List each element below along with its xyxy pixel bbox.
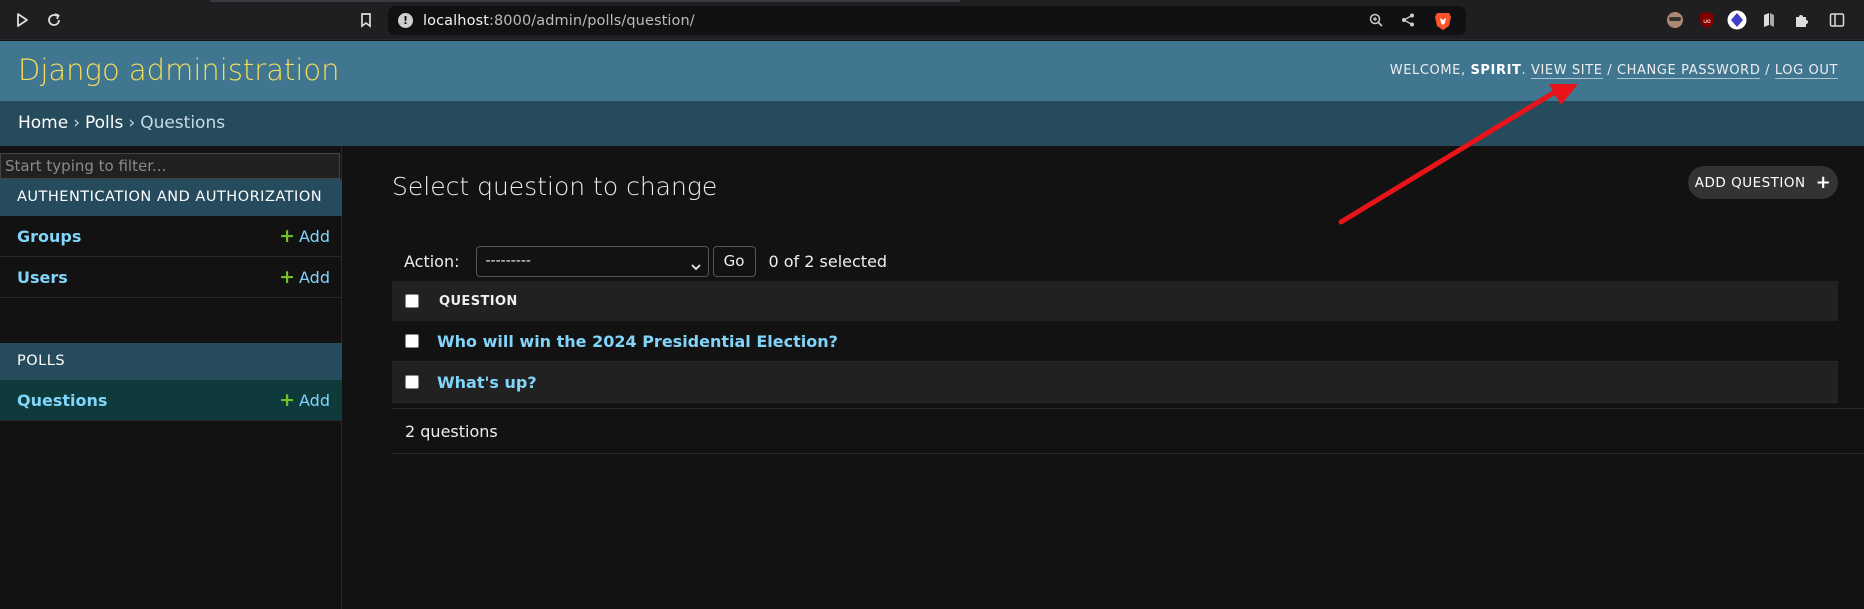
- address-bar[interactable]: ! localhost:8000/admin/polls/question/: [388, 6, 1466, 35]
- table-row: Who will win the 2024 Presidential Elect…: [392, 321, 1838, 362]
- plus-icon: +: [279, 225, 296, 247]
- main-content: Select question to change Add question +…: [343, 146, 1864, 609]
- reload-icon[interactable]: [40, 6, 68, 34]
- nav-sidebar: Start typing to filter... Authentication…: [0, 146, 342, 609]
- change-password-link[interactable]: Change password: [1617, 63, 1761, 79]
- paginator: 2 questions: [392, 408, 1864, 454]
- row-checkbox[interactable]: [405, 375, 419, 389]
- nav-filter-input[interactable]: Start typing to filter...: [0, 153, 340, 179]
- select-all-checkbox[interactable]: [405, 294, 419, 308]
- url-path: :8000/admin/polls/question/: [489, 12, 695, 29]
- page-title: Select question to change: [392, 172, 718, 201]
- tab-strip-line: [210, 0, 960, 2]
- sidebar-item-label[interactable]: Questions: [17, 391, 107, 410]
- module-header-auth[interactable]: Authentication and Authorization: [0, 179, 342, 216]
- breadcrumb-polls[interactable]: Polls: [85, 113, 123, 133]
- add-question-label: Add question: [1694, 174, 1806, 191]
- column-header-question[interactable]: Question: [439, 294, 518, 309]
- breadcrumb: Home › Polls › Questions: [0, 101, 1864, 146]
- table-header: Question: [392, 281, 1838, 321]
- browser-toolbar: ! localhost:8000/admin/polls/question/ u…: [0, 0, 1864, 40]
- module-header-label: Polls: [17, 353, 66, 369]
- add-users-link[interactable]: + Add: [279, 266, 330, 288]
- user-tools: Welcome, Spirit. View site / Change pass…: [1389, 63, 1838, 79]
- add-label: Add: [299, 390, 330, 410]
- selected-count: 0 of 2 selected: [768, 251, 888, 271]
- extension-avatar-icon[interactable]: [1665, 10, 1685, 30]
- actions-bar: Action: --------- Go 0 of 2 selected: [392, 239, 887, 283]
- site-branding[interactable]: Django administration: [18, 53, 340, 87]
- ublock-icon[interactable]: uo: [1697, 10, 1717, 30]
- chevron-down-icon: [690, 255, 702, 284]
- url-host: localhost: [423, 12, 489, 29]
- extension-book-icon[interactable]: [1759, 10, 1779, 30]
- add-label: Add: [299, 226, 330, 246]
- table-row: What's up?: [392, 362, 1838, 403]
- sidebar-item-groups: Groups + Add: [0, 216, 342, 257]
- question-link[interactable]: What's up?: [437, 373, 537, 392]
- site-header: Django administration Welcome, Spirit. V…: [0, 41, 1864, 101]
- share-icon[interactable]: [1400, 12, 1416, 32]
- breadcrumb-current: Questions: [140, 113, 226, 133]
- add-label: Add: [299, 267, 330, 287]
- url-text[interactable]: localhost:8000/admin/polls/question/: [423, 13, 695, 29]
- module-header-label: Authentication and Authorization: [17, 189, 323, 205]
- breadcrumb-separator: ›: [73, 113, 81, 133]
- sidebar-toggle-icon[interactable]: [1827, 10, 1847, 30]
- add-questions-link[interactable]: + Add: [279, 389, 330, 411]
- log-out-link[interactable]: Log out: [1774, 63, 1838, 79]
- add-groups-link[interactable]: + Add: [279, 225, 330, 247]
- zoom-icon[interactable]: [1368, 12, 1384, 32]
- plus-icon: +: [279, 266, 296, 288]
- username: Spirit: [1470, 63, 1522, 78]
- site-info-icon[interactable]: !: [398, 13, 413, 28]
- extensions-puzzle-icon[interactable]: [1792, 10, 1812, 30]
- extension-circle-icon[interactable]: [1727, 10, 1747, 30]
- action-label: Action:: [404, 251, 460, 271]
- plus-icon: +: [1815, 172, 1832, 193]
- breadcrumb-separator: ›: [128, 113, 136, 133]
- sidebar-item-questions: Questions + Add: [0, 380, 342, 421]
- question-link[interactable]: Who will win the 2024 Presidential Elect…: [437, 332, 838, 351]
- play-icon[interactable]: [8, 6, 36, 34]
- view-site-link[interactable]: View site: [1530, 63, 1603, 79]
- brave-shields-icon[interactable]: [1434, 11, 1452, 31]
- plus-icon: +: [279, 389, 296, 411]
- bookmark-icon[interactable]: [352, 6, 380, 34]
- welcome-text: Welcome,: [1389, 63, 1466, 78]
- svg-text:uo: uo: [1703, 18, 1711, 25]
- action-selected-value: ---------: [485, 252, 531, 269]
- row-checkbox[interactable]: [405, 334, 419, 348]
- results-table: Question Who will win the 2024 President…: [392, 281, 1838, 403]
- sidebar-item-users: Users + Add: [0, 257, 342, 298]
- module-header-polls[interactable]: Polls: [0, 343, 342, 380]
- add-question-button[interactable]: Add question +: [1688, 166, 1838, 199]
- sidebar-item-label[interactable]: Users: [17, 268, 68, 287]
- action-select[interactable]: ---------: [475, 245, 709, 277]
- sidebar-item-label[interactable]: Groups: [17, 227, 81, 246]
- go-button[interactable]: Go: [712, 245, 756, 277]
- breadcrumb-home[interactable]: Home: [18, 113, 68, 133]
